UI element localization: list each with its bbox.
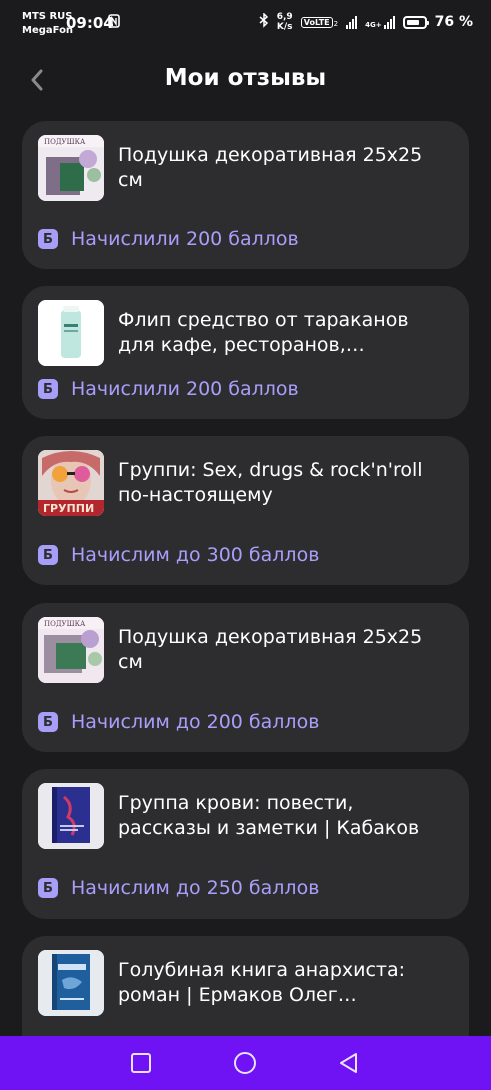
svg-text:ГРУППИ: ГРУППИ bbox=[43, 502, 94, 515]
signal-icon bbox=[346, 15, 358, 29]
product-name: Группа крови: повести, рассказы и заметк… bbox=[118, 792, 420, 839]
product-thumbnail: ПОДУШКА bbox=[38, 617, 104, 683]
product-name: Подушка декоративная 25х25 см bbox=[118, 144, 423, 191]
product-name: Флип средство от тараканов для кафе, рес… bbox=[118, 309, 409, 356]
bonus-badge-icon: Б bbox=[38, 712, 58, 732]
product-thumbnail bbox=[38, 950, 104, 1016]
nav-back-button[interactable] bbox=[336, 1050, 362, 1076]
network-speed: 6,9 K/s bbox=[277, 12, 293, 32]
signal-icon-2 bbox=[383, 15, 395, 29]
svg-text:ПОДУШКА: ПОДУШКА bbox=[44, 620, 86, 628]
volte-indicator: VoLTE 2 bbox=[300, 16, 339, 28]
battery-icon bbox=[402, 15, 429, 29]
bonus-badge-icon: Б bbox=[38, 878, 58, 898]
product-name: Голубиная книга анархиста: роман | Ермак… bbox=[118, 959, 406, 1006]
product-thumbnail: ПОДУШКА bbox=[38, 135, 104, 201]
reward-row: Б Начислили 200 баллов bbox=[38, 228, 299, 250]
reward-row: Б Начислим до 250 баллов bbox=[38, 877, 319, 899]
product-thumbnail: ГРУППИ bbox=[38, 450, 104, 516]
reward-text: Начислили 200 баллов bbox=[71, 378, 299, 400]
status-bar: MTS RUS MegaFon 09:04 6,9 K/s VoLTE 2 4G… bbox=[0, 0, 491, 46]
network-type: 4G+ bbox=[365, 15, 395, 29]
product-name: Подушка декоративная 25х25 см bbox=[118, 626, 423, 673]
square-icon bbox=[131, 1053, 151, 1073]
volte-badge: VoLTE bbox=[300, 16, 333, 28]
system-navigation-bar bbox=[0, 1036, 491, 1090]
bonus-badge-icon: Б bbox=[38, 229, 58, 249]
reward-text: Начислим до 250 баллов bbox=[71, 877, 320, 899]
page-header: Мои отзывы bbox=[0, 55, 491, 105]
speed-unit: K/s bbox=[276, 22, 293, 32]
reward-row: Б Начислим до 300 баллов bbox=[38, 544, 319, 566]
reward-row: Б Начислим до 200 баллов bbox=[38, 711, 319, 733]
circle-icon bbox=[234, 1052, 256, 1074]
review-card[interactable]: ПОДУШКА Подушка декоративная 25х25 см Б … bbox=[22, 121, 469, 269]
bonus-badge-icon: Б bbox=[38, 545, 58, 565]
bluetooth-icon bbox=[259, 11, 269, 32]
page-title: Мои отзывы bbox=[164, 65, 327, 91]
volte-sim: 2 bbox=[333, 19, 339, 28]
product-name: Группи: Sex, drugs & rock'n'roll по-наст… bbox=[118, 459, 423, 506]
reward-text: Начислим до 200 баллов bbox=[71, 711, 320, 733]
review-card[interactable]: ПОДУШКА Подушка декоративная 25х25 см Б … bbox=[22, 603, 469, 752]
home-button[interactable] bbox=[232, 1050, 258, 1076]
nfc-icon bbox=[108, 14, 120, 32]
reward-row: Б Начислили 200 баллов bbox=[38, 378, 299, 400]
review-card[interactable]: Группа крови: повести, рассказы и заметк… bbox=[22, 769, 469, 919]
product-thumbnail bbox=[38, 300, 104, 366]
speed-value: 6,9 bbox=[276, 12, 293, 22]
recent-apps-button[interactable] bbox=[128, 1050, 154, 1076]
status-time: 09:04 bbox=[66, 14, 114, 32]
svg-text:ПОДУШКА: ПОДУШКА bbox=[44, 138, 86, 146]
bonus-badge-icon: Б bbox=[38, 379, 58, 399]
network-label: 4G+ bbox=[365, 20, 382, 29]
review-card[interactable]: ГРУППИ Группи: Sex, drugs & rock'n'roll … bbox=[22, 436, 469, 585]
triangle-back-icon bbox=[340, 1053, 357, 1073]
reward-text: Начислим до 300 баллов bbox=[71, 544, 320, 566]
review-card[interactable]: Флип средство от тараканов для кафе, рес… bbox=[22, 286, 469, 419]
product-thumbnail bbox=[38, 783, 104, 849]
battery-percent: 76 % bbox=[434, 14, 473, 30]
reward-text: Начислили 200 баллов bbox=[71, 228, 299, 250]
